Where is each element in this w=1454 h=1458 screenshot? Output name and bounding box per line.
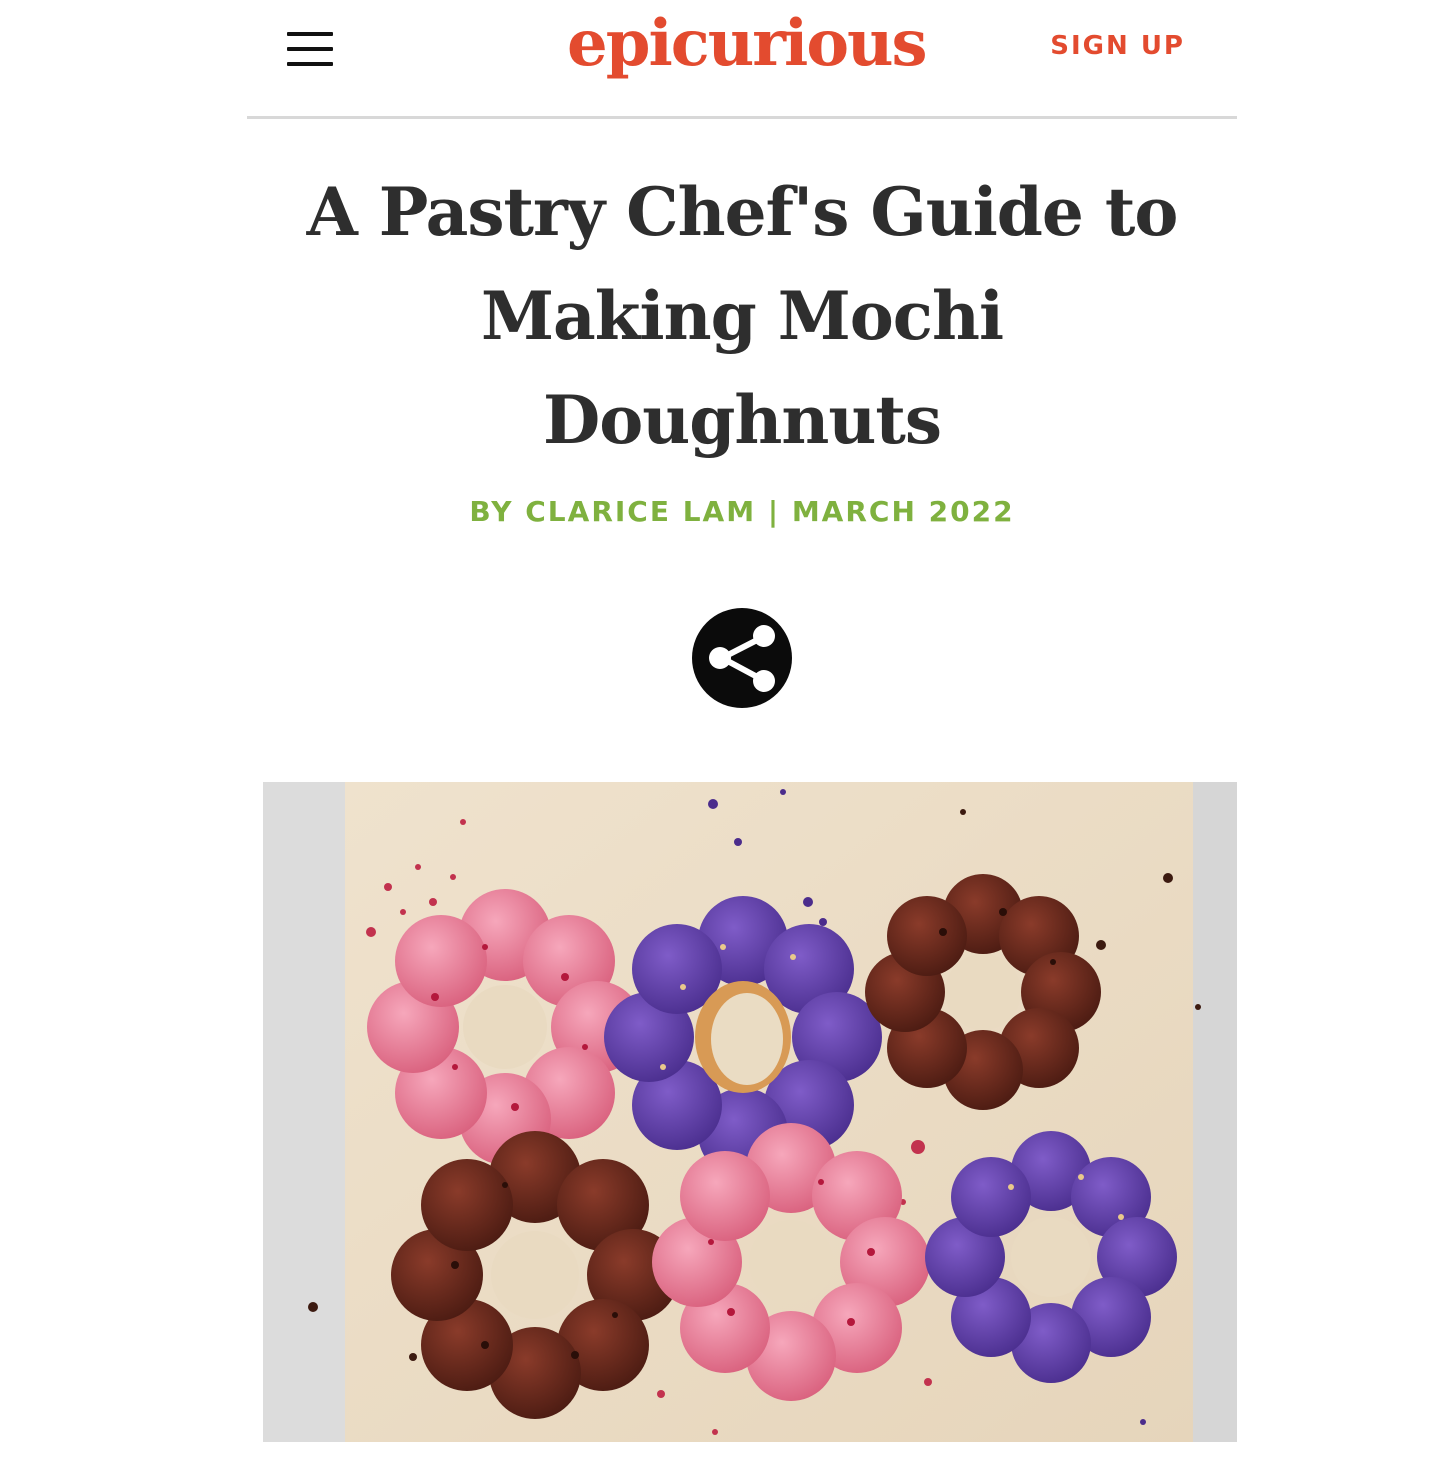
site-logo[interactable]: epicurious: [567, 4, 928, 84]
title-line: A Pastry Chef's Guide to: [306, 173, 1179, 251]
hero-image: [263, 782, 1237, 1442]
title-line: Doughnuts: [543, 381, 942, 459]
share-icon: [709, 625, 775, 692]
mochi-doughnuts-photo: [263, 782, 1237, 1442]
site-header: epicurious SIGN UP: [247, 0, 1237, 119]
hamburger-menu-icon[interactable]: [287, 30, 333, 68]
article-byline[interactable]: BY CLARICE LAM | MARCH 2022: [247, 490, 1237, 534]
sign-up-button[interactable]: SIGN UP: [1050, 30, 1185, 62]
share-button[interactable]: [692, 608, 792, 708]
article-title: A Pastry Chef's Guide to Making Mochi Do…: [247, 160, 1237, 472]
title-line: Making Mochi: [480, 277, 1004, 355]
